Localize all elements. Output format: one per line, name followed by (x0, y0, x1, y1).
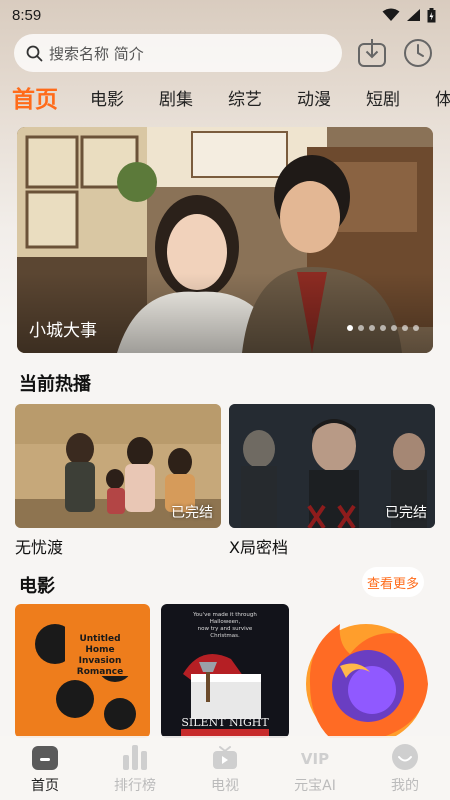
nav-label: 排行榜 (114, 778, 156, 794)
movie-poster[interactable] (300, 604, 435, 738)
hot-card[interactable]: 已完结 X局密档 (229, 404, 435, 558)
section-title-movies: 电影 (19, 576, 55, 597)
status-bar: 8:59 (0, 0, 450, 30)
download-icon (358, 39, 386, 67)
banner-shade (17, 273, 433, 353)
hot-title: X局密档 (229, 538, 288, 557)
battery-icon (427, 7, 436, 22)
search-row: 搜索名称 简介 (14, 34, 438, 72)
svg-text:Halloween,: Halloween, (210, 619, 241, 625)
banner-pagination (347, 325, 419, 331)
tab-home[interactable]: 首页 (12, 80, 58, 114)
svg-text:Untitled: Untitled (79, 634, 120, 644)
banner-dot[interactable] (413, 325, 419, 331)
banner-dot[interactable] (347, 325, 353, 331)
ranking-icon (123, 745, 147, 770)
svg-text:Home: Home (85, 645, 114, 655)
history-button[interactable] (402, 37, 434, 69)
vip-icon: VIP (301, 750, 329, 768)
status-time: 8:59 (12, 6, 42, 24)
poster-image: You've made it through Halloween, now tr… (161, 604, 289, 738)
status-badge: 已完结 (385, 505, 427, 521)
svg-text:VIP: VIP (301, 750, 329, 768)
search-icon (26, 45, 43, 61)
search-input[interactable]: 搜索名称 简介 (14, 34, 342, 72)
nav-item-profile[interactable]: 我的 (365, 742, 445, 795)
bottom-nav: 首页 排行榜 电视 VIP 元宝AI 我的 (0, 736, 450, 800)
movie-poster[interactable]: Untitled Home Invasion Romance (15, 604, 150, 738)
category-tabs: 首页 电影 剧集 综艺 动漫 短剧 体 (12, 78, 450, 116)
firefox-logo-icon (300, 604, 435, 738)
banner-dot[interactable] (391, 325, 397, 331)
svg-text:Invasion: Invasion (79, 656, 122, 666)
wifi-icon (382, 8, 400, 21)
movie-poster[interactable]: You've made it through Halloween, now tr… (161, 604, 289, 738)
see-more-button[interactable]: 查看更多 (362, 567, 424, 597)
featured-banner[interactable]: 小城大事 (17, 127, 433, 353)
nav-label: 我的 (391, 778, 419, 794)
banner-dot[interactable] (369, 325, 375, 331)
hot-thumbnail: 已完结 (229, 404, 435, 528)
hot-card[interactable]: 已完结 无忧渡 (15, 404, 221, 558)
tab-sports[interactable]: 体 (435, 85, 450, 110)
tab-anime[interactable]: 动漫 (297, 85, 331, 110)
banner-dot[interactable] (358, 325, 364, 331)
nav-item-vip[interactable]: VIP 元宝AI (275, 742, 355, 795)
nav-item-tv[interactable]: 电视 (185, 742, 265, 795)
status-badge: 已完结 (171, 505, 213, 521)
banner-dot[interactable] (380, 325, 386, 331)
banner-title: 小城大事 (29, 321, 97, 341)
download-button[interactable] (356, 37, 388, 69)
tab-variety[interactable]: 综艺 (228, 85, 262, 110)
nav-label: 元宝AI (294, 778, 336, 794)
nav-label: 电视 (211, 778, 239, 794)
nav-item-ranking[interactable]: 排行榜 (95, 742, 175, 795)
tv-icon (213, 746, 237, 769)
banner-dot[interactable] (402, 325, 408, 331)
svg-text:Romance: Romance (77, 667, 123, 677)
nav-item-home[interactable]: 首页 (5, 742, 85, 795)
nav-label: 首页 (31, 778, 59, 794)
profile-icon (392, 744, 418, 770)
tab-movies[interactable]: 电影 (90, 85, 124, 110)
clock-icon (404, 39, 432, 67)
svg-text:now try and survive: now try and survive (198, 626, 253, 632)
signal-icon (407, 9, 420, 21)
home-icon (32, 746, 58, 770)
hot-title: 无忧渡 (15, 538, 64, 557)
svg-text:SILENT NIGHT: SILENT NIGHT (181, 716, 269, 729)
poster-image: Untitled Home Invasion Romance (15, 604, 150, 738)
tab-series[interactable]: 剧集 (159, 85, 193, 110)
svg-text:Christmas.: Christmas. (210, 633, 240, 639)
section-title-hot: 当前热播 (19, 374, 91, 395)
tab-short-drama[interactable]: 短剧 (366, 85, 400, 110)
svg-text:You've made it through: You've made it through (192, 612, 257, 618)
status-icons (382, 7, 436, 23)
hot-thumbnail: 已完结 (15, 404, 221, 528)
search-placeholder: 搜索名称 简介 (49, 44, 144, 63)
